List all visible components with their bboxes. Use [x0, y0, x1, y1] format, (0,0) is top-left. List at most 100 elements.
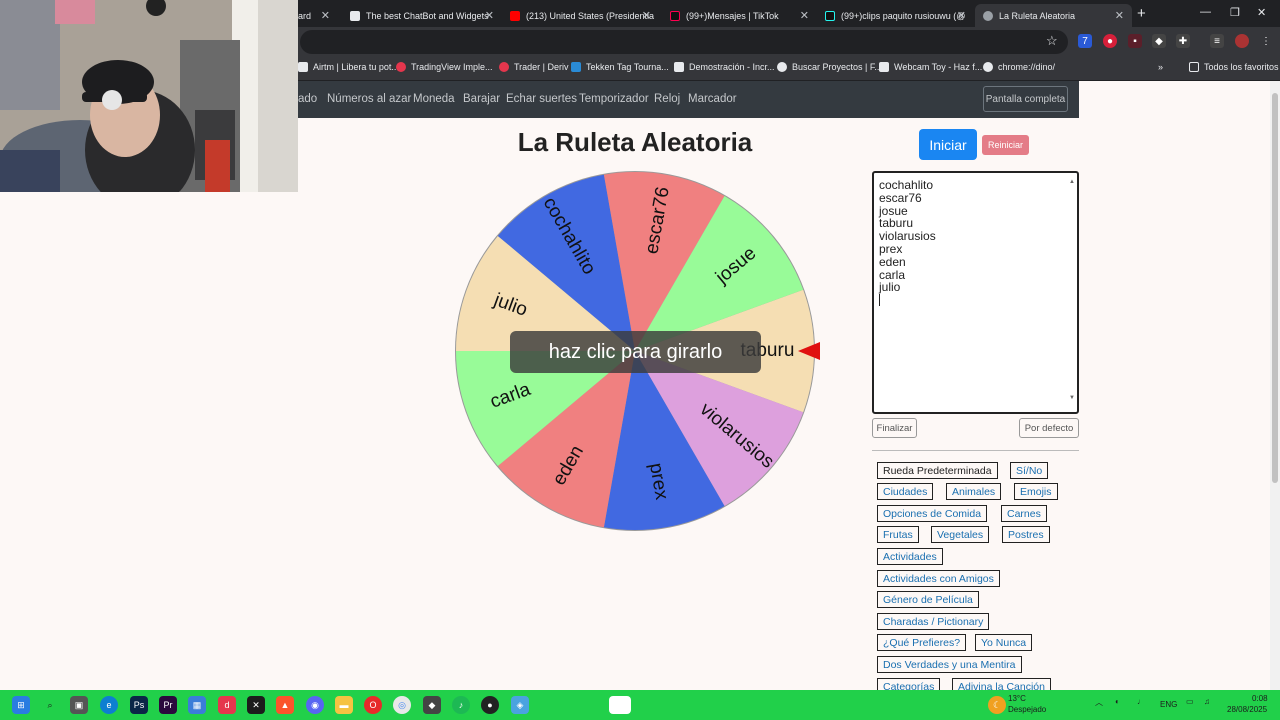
finish-button[interactable]: Finalizar: [872, 418, 917, 438]
close-icon[interactable]: ✕: [1115, 9, 1124, 22]
scrollbar-thumb[interactable]: [1272, 93, 1278, 483]
preset-chip[interactable]: ¿Qué Prefieres?: [877, 634, 967, 651]
close-icon[interactable]: ✕: [957, 9, 966, 22]
nav-link-barajar[interactable]: Barajar: [463, 93, 500, 105]
preset-chip[interactable]: Carnes: [1001, 505, 1047, 522]
default-button[interactable]: Por defecto: [1019, 418, 1079, 438]
nav-link-marcador[interactable]: Marcador: [688, 93, 737, 105]
tab-partial[interactable]: ard ✕: [298, 4, 338, 27]
spotify-icon[interactable]: ♪: [452, 696, 470, 714]
tray-chevron-icon[interactable]: ︿: [1095, 697, 1103, 708]
textarea-scrollbar[interactable]: ▲ ▼: [1068, 174, 1076, 411]
bookmark-item[interactable]: Buscar Proyectos | F...: [777, 62, 882, 72]
close-window-icon[interactable]: ✕: [1257, 6, 1266, 19]
discord-icon[interactable]: ◉: [306, 696, 324, 714]
bookmark-item[interactable]: Webcam Toy - Haz f...: [879, 62, 982, 72]
new-tab-button[interactable]: +: [1137, 5, 1146, 22]
preset-chip[interactable]: Actividades: [877, 548, 943, 565]
volume-icon[interactable]: ♫: [1204, 697, 1210, 706]
language-indicator[interactable]: ENG: [1160, 700, 1177, 709]
menu-icon[interactable]: ⋮: [1259, 34, 1273, 48]
obs-icon[interactable]: ●: [481, 696, 499, 714]
brave-icon[interactable]: ▲: [276, 696, 294, 714]
preset-chip[interactable]: Animales: [946, 483, 1002, 500]
extension-icon[interactable]: ▪: [1128, 34, 1142, 48]
fullscreen-button[interactable]: Pantalla completa: [983, 86, 1068, 112]
app-window-icon[interactable]: [609, 696, 631, 714]
scroll-down-icon[interactable]: ▼: [1069, 392, 1075, 405]
nav-link[interactable]: ado: [298, 93, 317, 105]
tab-youtube[interactable]: (213) United States (Presidentia ✕: [502, 4, 659, 27]
edge-icon[interactable]: e: [100, 696, 118, 714]
scroll-up-icon[interactable]: ▲: [1069, 176, 1075, 189]
start-button[interactable]: Iniciar: [919, 129, 977, 160]
photoshop-icon[interactable]: Ps: [130, 696, 148, 714]
preset-chip[interactable]: Actividades con Amigos: [877, 570, 1000, 587]
deriv-icon[interactable]: d: [218, 696, 236, 714]
avatar[interactable]: [1235, 34, 1249, 48]
preset-chip[interactable]: Sí/No: [1010, 462, 1049, 479]
bookmark-item[interactable]: chrome://dino/: [983, 62, 1055, 72]
nav-link-numeros[interactable]: Números al azar: [327, 93, 411, 105]
task-view-icon[interactable]: ▣: [70, 696, 88, 714]
clock-time[interactable]: 0:08: [1252, 694, 1268, 703]
spin-hint[interactable]: haz clic para girarlo: [510, 331, 761, 373]
nav-link-temporizador[interactable]: Temporizador: [579, 93, 649, 105]
extension-icon[interactable]: 7: [1078, 34, 1092, 48]
bookmark-item[interactable]: TradingView Imple...: [396, 62, 493, 72]
page-scrollbar[interactable]: [1270, 81, 1280, 690]
restore-icon[interactable]: ❐: [1230, 6, 1240, 19]
minimize-icon[interactable]: —: [1200, 6, 1211, 18]
puzzle-icon[interactable]: ✚: [1176, 34, 1190, 48]
close-icon[interactable]: ✕: [485, 9, 494, 22]
tab-tiktok-clips[interactable]: (99+)clips paquito rusiouwu (@ ✕: [817, 4, 974, 27]
tab-tiktok-messages[interactable]: (99+)Mensajes | TikTok ✕: [662, 4, 817, 27]
nav-link-echar-suertes[interactable]: Echar suertes: [506, 93, 577, 105]
preset-chip[interactable]: Opciones de Comida: [877, 505, 988, 522]
preset-chip[interactable]: Frutas: [877, 526, 919, 543]
close-icon[interactable]: ✕: [321, 9, 330, 22]
close-icon[interactable]: ✕: [642, 9, 651, 22]
tab-chatbot[interactable]: The best ChatBot and Widgets ✕: [342, 4, 502, 27]
chrome-icon[interactable]: ◎: [393, 696, 411, 714]
address-bar[interactable]: [300, 30, 1068, 54]
preset-chip[interactable]: Charadas / Pictionary: [877, 613, 990, 630]
reading-list-icon[interactable]: ≡: [1210, 34, 1224, 48]
preset-chip[interactable]: Género de Película: [877, 591, 979, 608]
network-icon[interactable]: ▭: [1186, 697, 1194, 706]
app-icon[interactable]: ◆: [423, 696, 441, 714]
extension-icon[interactable]: ◆: [1152, 34, 1166, 48]
preset-chip[interactable]: Rueda Predeterminada: [877, 462, 998, 479]
bookmark-item[interactable]: Airtm | Libera tu pot...: [298, 62, 399, 72]
all-favorites[interactable]: Todos los favoritos: [1189, 62, 1279, 72]
names-textarea[interactable]: cochahlito escar76 josue taburu violarus…: [872, 171, 1079, 414]
preset-chip[interactable]: Ciudades: [877, 483, 934, 500]
search-icon[interactable]: ⌕: [41, 696, 59, 714]
more-bookmarks-icon[interactable]: »: [1158, 62, 1163, 72]
close-icon[interactable]: ✕: [800, 9, 809, 22]
premiere-icon[interactable]: Pr: [159, 696, 177, 714]
preset-chip[interactable]: Dos Verdades y una Mentira: [877, 656, 1022, 673]
bookmark-item[interactable]: Demostración - Incr...: [674, 62, 775, 72]
opera-icon[interactable]: O: [364, 696, 382, 714]
clock-date[interactable]: 28/08/2025: [1227, 705, 1267, 714]
microphone-icon[interactable]: ♩: [1137, 697, 1145, 706]
tab-ruleta[interactable]: La Ruleta Aleatoria ✕: [975, 4, 1132, 27]
folder-icon[interactable]: ▬: [335, 696, 353, 714]
store-icon[interactable]: ▦: [188, 696, 206, 714]
nav-link-reloj[interactable]: Reloj: [654, 93, 680, 105]
tray-app-icon[interactable]: ◐: [1115, 697, 1120, 706]
preset-chip[interactable]: Emojis: [1014, 483, 1058, 500]
extension-icon[interactable]: ●: [1103, 34, 1117, 48]
bookmark-star-icon[interactable]: ☆: [1046, 33, 1058, 49]
preset-chip[interactable]: Postres: [1002, 526, 1050, 543]
preset-chip[interactable]: Vegetales: [931, 526, 990, 543]
reset-button[interactable]: Reiniciar: [982, 135, 1029, 155]
app-icon[interactable]: ◈: [511, 696, 529, 714]
app-icon[interactable]: ✕: [247, 696, 265, 714]
nav-link-moneda[interactable]: Moneda: [413, 93, 455, 105]
start-menu-icon[interactable]: ⊞: [12, 696, 30, 714]
bookmark-item[interactable]: Tekken Tag Tourna...: [571, 62, 669, 72]
bookmark-item[interactable]: Trader | Deriv: [499, 62, 569, 72]
preset-chip[interactable]: Yo Nunca: [975, 634, 1033, 651]
